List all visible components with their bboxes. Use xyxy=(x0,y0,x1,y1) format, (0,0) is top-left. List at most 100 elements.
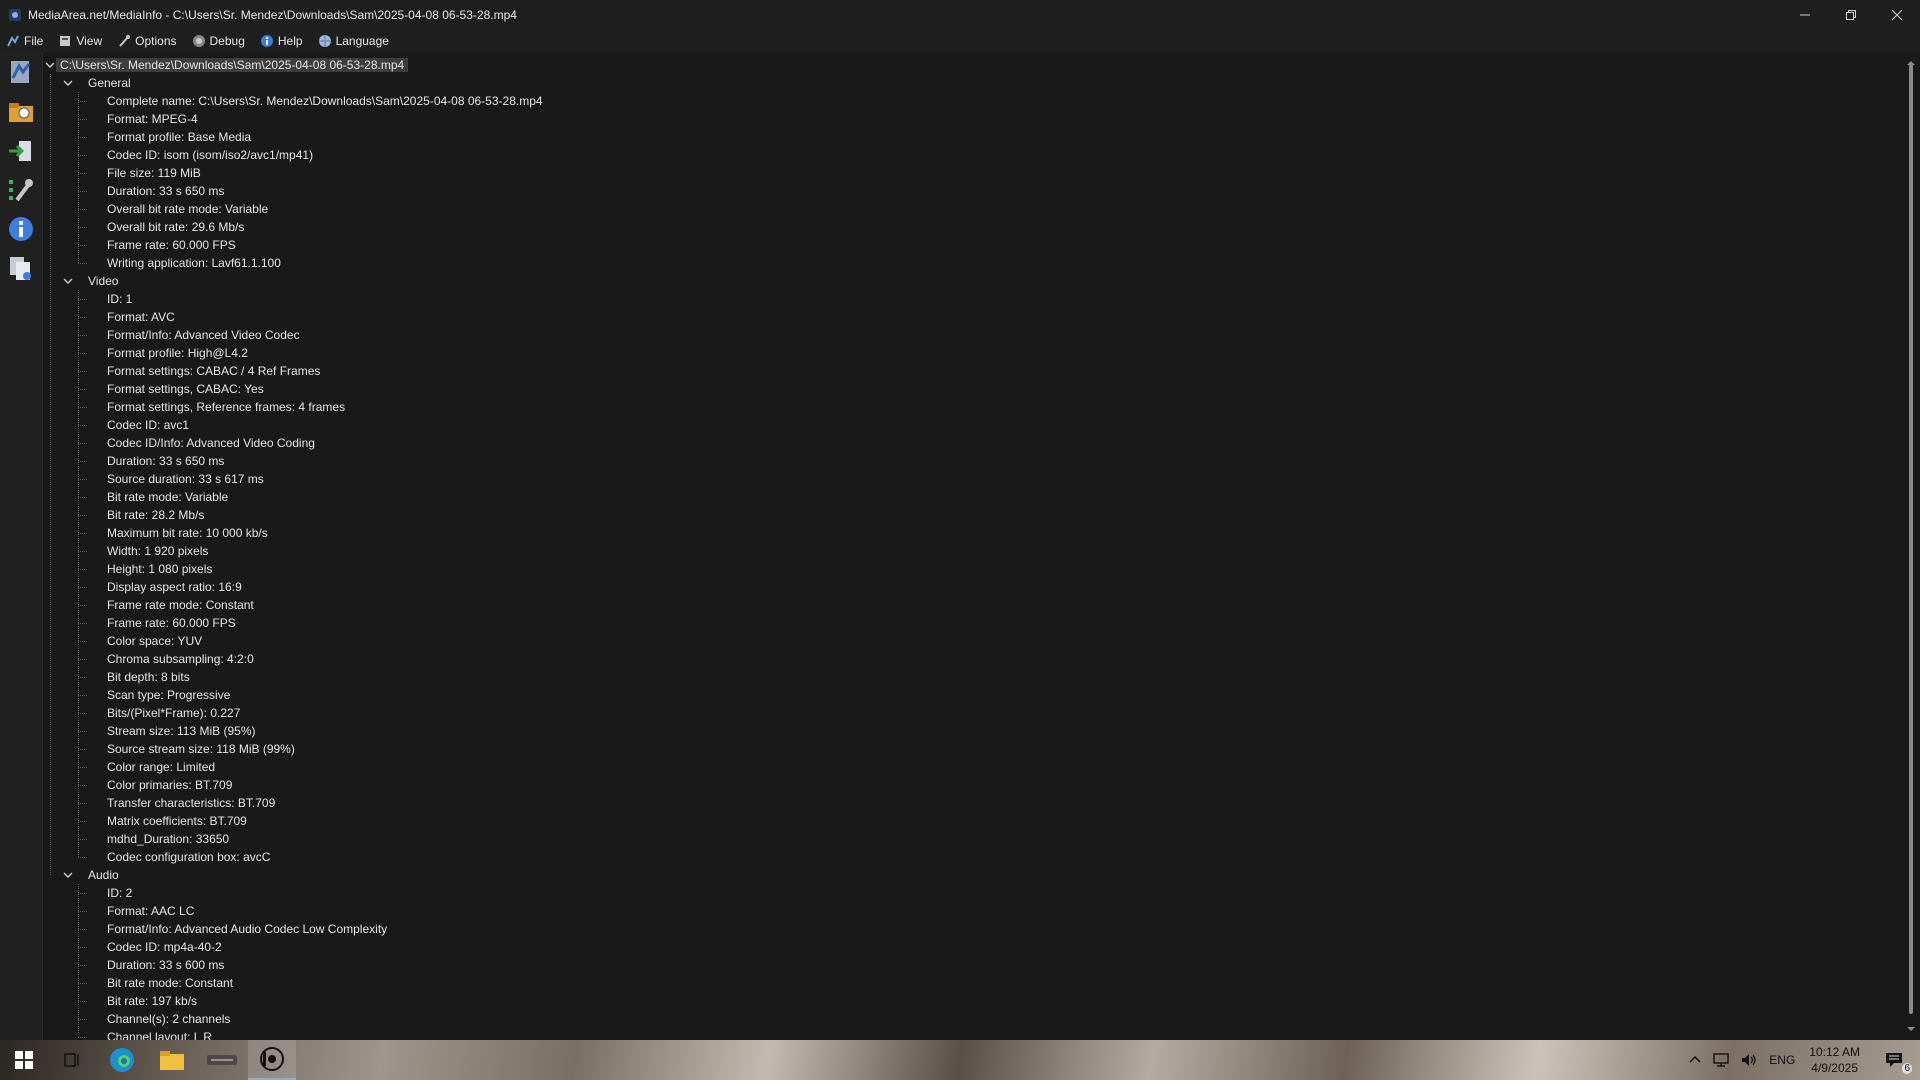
tree-item[interactable]: Frame rate: 60.000 FPS xyxy=(107,614,236,632)
tree-item[interactable]: Matrix coefficients: BT.709 xyxy=(107,812,247,830)
tree-item[interactable]: Codec ID: isom (isom/iso2/avc1/mp41) xyxy=(107,146,313,164)
tree-item[interactable]: Writing application: Lavf61.1.100 xyxy=(107,254,281,272)
tree-connector xyxy=(78,857,87,858)
expand-chevron-icon[interactable] xyxy=(62,77,74,89)
open-file-button[interactable] xyxy=(4,55,38,89)
mediainfo-taskbar-button[interactable] xyxy=(248,1040,296,1080)
tree-item[interactable]: Overall bit rate: 29.6 Mb/s xyxy=(107,218,244,236)
tree-connector xyxy=(78,101,87,102)
menu-language[interactable]: Language xyxy=(312,30,398,52)
tree-item[interactable]: Color primaries: BT.709 xyxy=(107,776,232,794)
minimize-button[interactable] xyxy=(1782,0,1828,30)
compare-button[interactable] xyxy=(4,251,38,285)
tree-section-general[interactable]: General xyxy=(88,74,131,92)
tree-item[interactable]: Frame rate: 60.000 FPS xyxy=(107,236,236,254)
tree-item[interactable]: Source duration: 33 s 617 ms xyxy=(107,470,264,488)
tree-item[interactable]: Bit rate: 197 kb/s xyxy=(107,992,197,1010)
task-view-button[interactable] xyxy=(48,1040,96,1080)
tree-item[interactable]: Height: 1 080 pixels xyxy=(107,560,212,578)
tree-item[interactable]: Complete name: C:\Users\Sr. Mendez\Downl… xyxy=(107,92,543,110)
tree-item[interactable]: Scan type: Progressive xyxy=(107,686,230,704)
preferences-button[interactable] xyxy=(4,173,38,207)
tree-item[interactable]: Bit depth: 8 bits xyxy=(107,668,190,686)
tree-item[interactable]: Transfer characteristics: BT.709 xyxy=(107,794,275,812)
restore-button[interactable] xyxy=(1828,0,1874,30)
tree-item[interactable]: Duration: 33 s 650 ms xyxy=(107,452,224,470)
tree-item[interactable]: Format/Info: Advanced Audio Codec Low Co… xyxy=(107,920,387,938)
tree-item[interactable]: Color space: YUV xyxy=(107,632,202,650)
tree-item[interactable]: Channel layout: L R xyxy=(107,1028,212,1040)
speaker-icon xyxy=(1742,1054,1756,1066)
tree-item[interactable]: Format settings, CABAC: Yes xyxy=(107,380,264,398)
menu-debug-label: Debug xyxy=(209,34,245,48)
tree-item[interactable]: Channel(s): 2 channels xyxy=(107,1010,230,1028)
tree-item[interactable]: Codec ID: mp4a-40-2 xyxy=(107,938,222,956)
language-indicator[interactable]: ENG xyxy=(1763,1040,1801,1080)
tree-item[interactable]: Bit rate: 28.2 Mb/s xyxy=(107,506,204,524)
tree-item[interactable]: ID: 2 xyxy=(107,884,132,902)
tree-item[interactable]: Width: 1 920 pixels xyxy=(107,542,208,560)
tree-section-video[interactable]: Video xyxy=(88,272,118,290)
tree-item[interactable]: Codec configuration box: avcC xyxy=(107,848,270,866)
notification-center-button[interactable]: 6 xyxy=(1868,1040,1920,1080)
tree-item[interactable]: Format profile: Base Media xyxy=(107,128,251,146)
tree-connector xyxy=(78,209,87,210)
expand-chevron-icon[interactable] xyxy=(44,59,56,71)
edge-browser-button[interactable] xyxy=(98,1040,146,1080)
expand-chevron-icon[interactable] xyxy=(62,869,74,881)
tree-connector xyxy=(78,767,87,768)
menu-view-label: View xyxy=(76,34,103,48)
tree-item[interactable]: Codec ID: avc1 xyxy=(107,416,189,434)
tree-item[interactable]: Format profile: High@L4.2 xyxy=(107,344,248,362)
file-icon xyxy=(6,34,20,48)
tree-item[interactable]: Duration: 33 s 650 ms xyxy=(107,182,224,200)
tree-item[interactable]: mdhd_Duration: 33650 xyxy=(107,830,229,848)
tree-connector xyxy=(78,965,87,966)
close-button[interactable] xyxy=(1874,0,1920,30)
tree-item[interactable]: Format settings, Reference frames: 4 fra… xyxy=(107,398,345,416)
tree-item[interactable]: Source stream size: 118 MiB (99%) xyxy=(107,740,295,758)
network-button[interactable] xyxy=(1707,1040,1735,1080)
tree-item[interactable]: Format/Info: Advanced Video Codec xyxy=(107,326,300,344)
tree-item[interactable]: Duration: 33 s 600 ms xyxy=(107,956,224,974)
tree-item[interactable]: Chroma subsampling: 4:2:0 xyxy=(107,650,254,668)
menu-view[interactable]: View xyxy=(52,30,111,52)
tree-item[interactable]: Format: MPEG-4 xyxy=(107,110,198,128)
tree-item[interactable]: Format: AAC LC xyxy=(107,902,194,920)
tree-item[interactable]: Overall bit rate mode: Variable xyxy=(107,200,268,218)
tree-root[interactable]: C:\Users\Sr. Mendez\Downloads\Sam\2025-0… xyxy=(56,56,409,74)
vertical-scrollbar[interactable] xyxy=(1902,52,1920,1040)
tree-item[interactable]: Bit rate mode: Constant xyxy=(107,974,233,992)
start-button[interactable] xyxy=(0,1040,48,1080)
scroll-down-icon[interactable] xyxy=(1906,1024,1916,1034)
file-explorer-button[interactable] xyxy=(148,1040,196,1080)
tree-item[interactable]: Maximum bit rate: 10 000 kb/s xyxy=(107,524,268,542)
expand-chevron-icon[interactable] xyxy=(62,275,74,287)
menu-file[interactable]: File xyxy=(0,30,52,52)
tree-item[interactable]: Frame rate mode: Constant xyxy=(107,596,254,614)
tree-section-audio[interactable]: Audio xyxy=(88,866,119,884)
info-tree[interactable]: C:\Users\Sr. Mendez\Downloads\Sam\2025-0… xyxy=(44,52,1902,1040)
tree-item[interactable]: Bits/(Pixel*Frame): 0.227 xyxy=(107,704,240,722)
clock[interactable]: 10:12 AM 4/9/2025 xyxy=(1801,1044,1868,1076)
menu-debug[interactable]: Debug xyxy=(186,30,254,52)
tree-item[interactable]: Stream size: 113 MiB (95%) xyxy=(107,722,256,740)
menu-options[interactable]: Options xyxy=(111,30,185,52)
about-button[interactable] xyxy=(4,212,38,246)
open-folder-button[interactable] xyxy=(4,95,38,129)
tree-item[interactable]: Color range: Limited xyxy=(107,758,215,776)
tree-item[interactable]: Display aspect ratio: 16:9 xyxy=(107,578,242,596)
volume-button[interactable] xyxy=(1735,1040,1763,1080)
tree-item[interactable]: Bit rate mode: Variable xyxy=(107,488,228,506)
tree-item[interactable]: ID: 1 xyxy=(107,290,132,308)
tree-item[interactable]: Format: AVC xyxy=(107,308,175,326)
tree-item[interactable]: Format settings: CABAC / 4 Ref Frames xyxy=(107,362,320,380)
tree-item[interactable]: Codec ID/Info: Advanced Video Coding xyxy=(107,434,315,452)
tree-item[interactable]: File size: 119 MiB xyxy=(107,164,201,182)
app-button[interactable] xyxy=(198,1040,246,1080)
export-button[interactable] xyxy=(4,134,38,168)
menu-help[interactable]: Help xyxy=(254,30,312,52)
scrollbar-thumb[interactable] xyxy=(1909,64,1913,1014)
show-hidden-icons-button[interactable] xyxy=(1683,1040,1707,1080)
tree-connector xyxy=(78,515,87,516)
